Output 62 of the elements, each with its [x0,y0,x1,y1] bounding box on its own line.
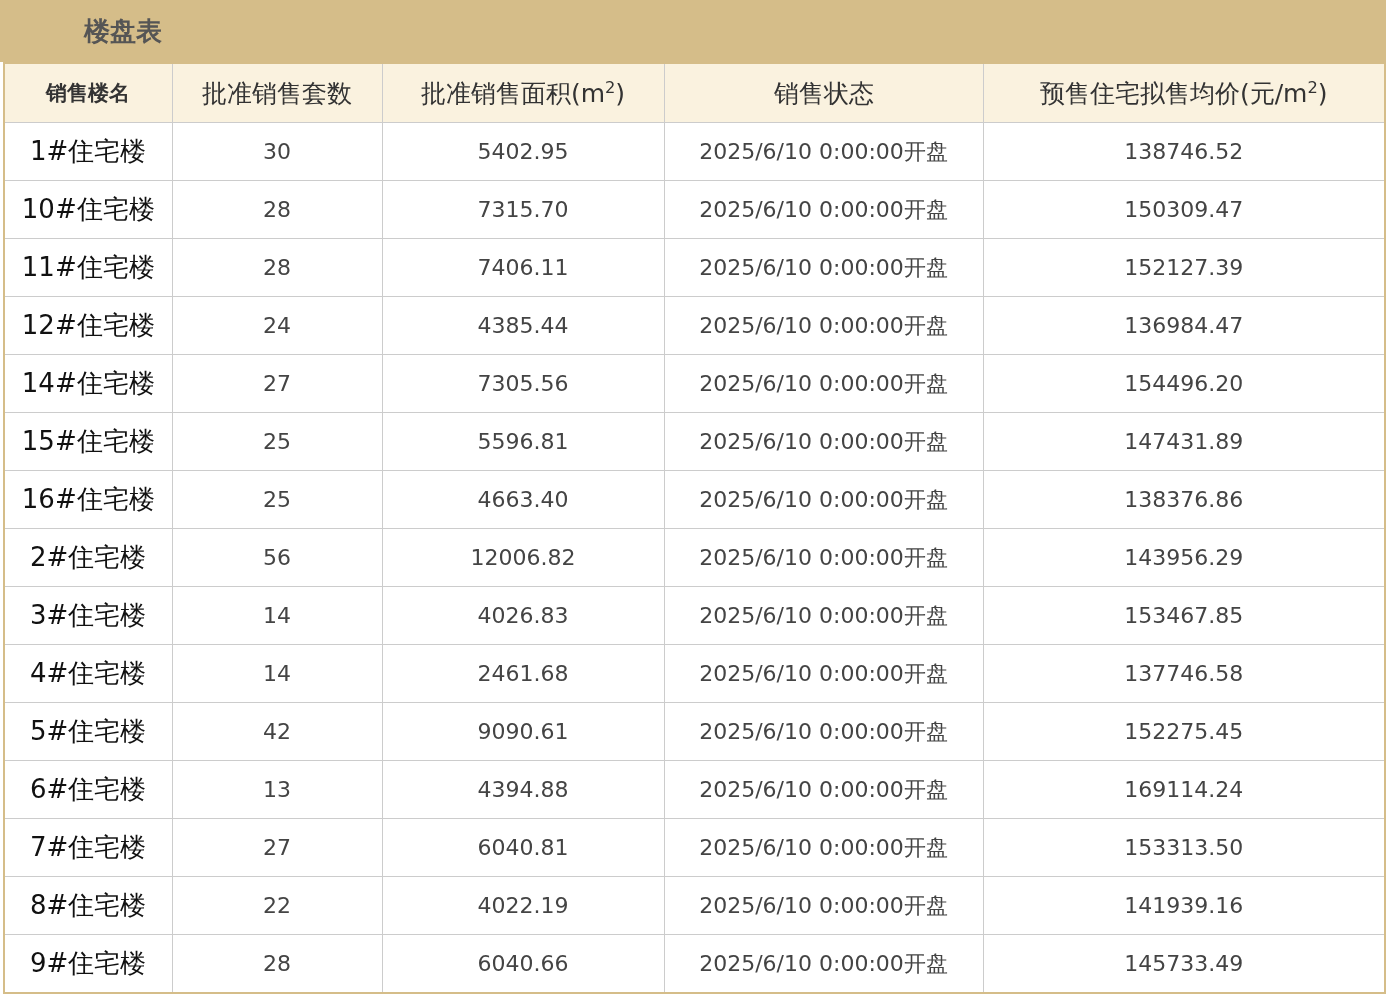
table-cell: 25 [172,470,382,529]
table-cell: 9090.61 [382,702,664,761]
table-cell: 28 [172,238,382,297]
table-cell: 30 [172,122,382,181]
column-header: 销售楼名 [4,63,172,123]
table-cell: 14 [172,586,382,645]
table-cell: 14#住宅楼 [4,354,172,413]
table-cell: 2025/6/10 0:00:00开盘 [664,238,983,297]
table-cell: 5596.81 [382,412,664,471]
table-cell: 2025/6/10 0:00:00开盘 [664,412,983,471]
table-cell: 4026.83 [382,586,664,645]
table-cell: 14 [172,644,382,703]
table-cell: 24 [172,296,382,355]
table-cell: 7315.70 [382,180,664,239]
table-cell: 5#住宅楼 [4,702,172,761]
table-cell: 7#住宅楼 [4,818,172,877]
table-cell: 2025/6/10 0:00:00开盘 [664,760,983,819]
table-cell: 4663.40 [382,470,664,529]
table-cell: 28 [172,180,382,239]
table-cell: 4022.19 [382,876,664,935]
table-cell: 12006.82 [382,528,664,587]
table-cell: 2025/6/10 0:00:00开盘 [664,586,983,645]
table-cell: 2#住宅楼 [4,528,172,587]
table-cell: 2025/6/10 0:00:00开盘 [664,876,983,935]
table-cell: 3#住宅楼 [4,586,172,645]
table-cell: 5402.95 [382,122,664,181]
table-cell: 11#住宅楼 [4,238,172,297]
table-cell: 6#住宅楼 [4,760,172,819]
table-cell: 16#住宅楼 [4,470,172,529]
table-cell: 42 [172,702,382,761]
table-cell: 4385.44 [382,296,664,355]
table-cell: 2025/6/10 0:00:00开盘 [664,470,983,529]
table-cell: 22 [172,876,382,935]
table-cell: 2025/6/10 0:00:00开盘 [664,354,983,413]
column-header: 预售住宅拟售均价(元/m$^{2}$) [983,63,1385,123]
table-cell: 2025/6/10 0:00:00开盘 [664,528,983,587]
column-header: 批准销售套数 [172,63,382,123]
table-cell: 7305.56 [382,354,664,413]
table-cell: 27 [172,354,382,413]
table-cell: 2025/6/10 0:00:00开盘 [664,818,983,877]
table-cell: 7406.11 [382,238,664,297]
table-cell: 2461.68 [382,644,664,703]
table-cell: 2025/6/10 0:00:00开盘 [664,702,983,761]
column-header: 批准销售面积(m$^{2}$) [382,63,664,123]
table-cell: 13 [172,760,382,819]
table-cell: 10#住宅楼 [4,180,172,239]
table-cell: 2025/6/10 0:00:00开盘 [664,122,983,181]
table-cell: 12#住宅楼 [4,296,172,355]
table-cell: 2025/6/10 0:00:00开盘 [664,180,983,239]
table-cell: 8#住宅楼 [4,876,172,935]
table-cell: 56 [172,528,382,587]
table-cell: 2025/6/10 0:00:00开盘 [664,296,983,355]
table-cell: 2025/6/10 0:00:00开盘 [664,644,983,703]
table-cell: 25 [172,412,382,471]
table-cell: 6040.81 [382,818,664,877]
table-cell: 15#住宅楼 [4,412,172,471]
column-header: 销售状态 [664,63,983,123]
table-cell: 4#住宅楼 [4,644,172,703]
table-cell: 4394.88 [382,760,664,819]
page-title: 楼盘表 [84,14,162,48]
table-cell: 27 [172,818,382,877]
table-cell: 1#住宅楼 [4,122,172,181]
